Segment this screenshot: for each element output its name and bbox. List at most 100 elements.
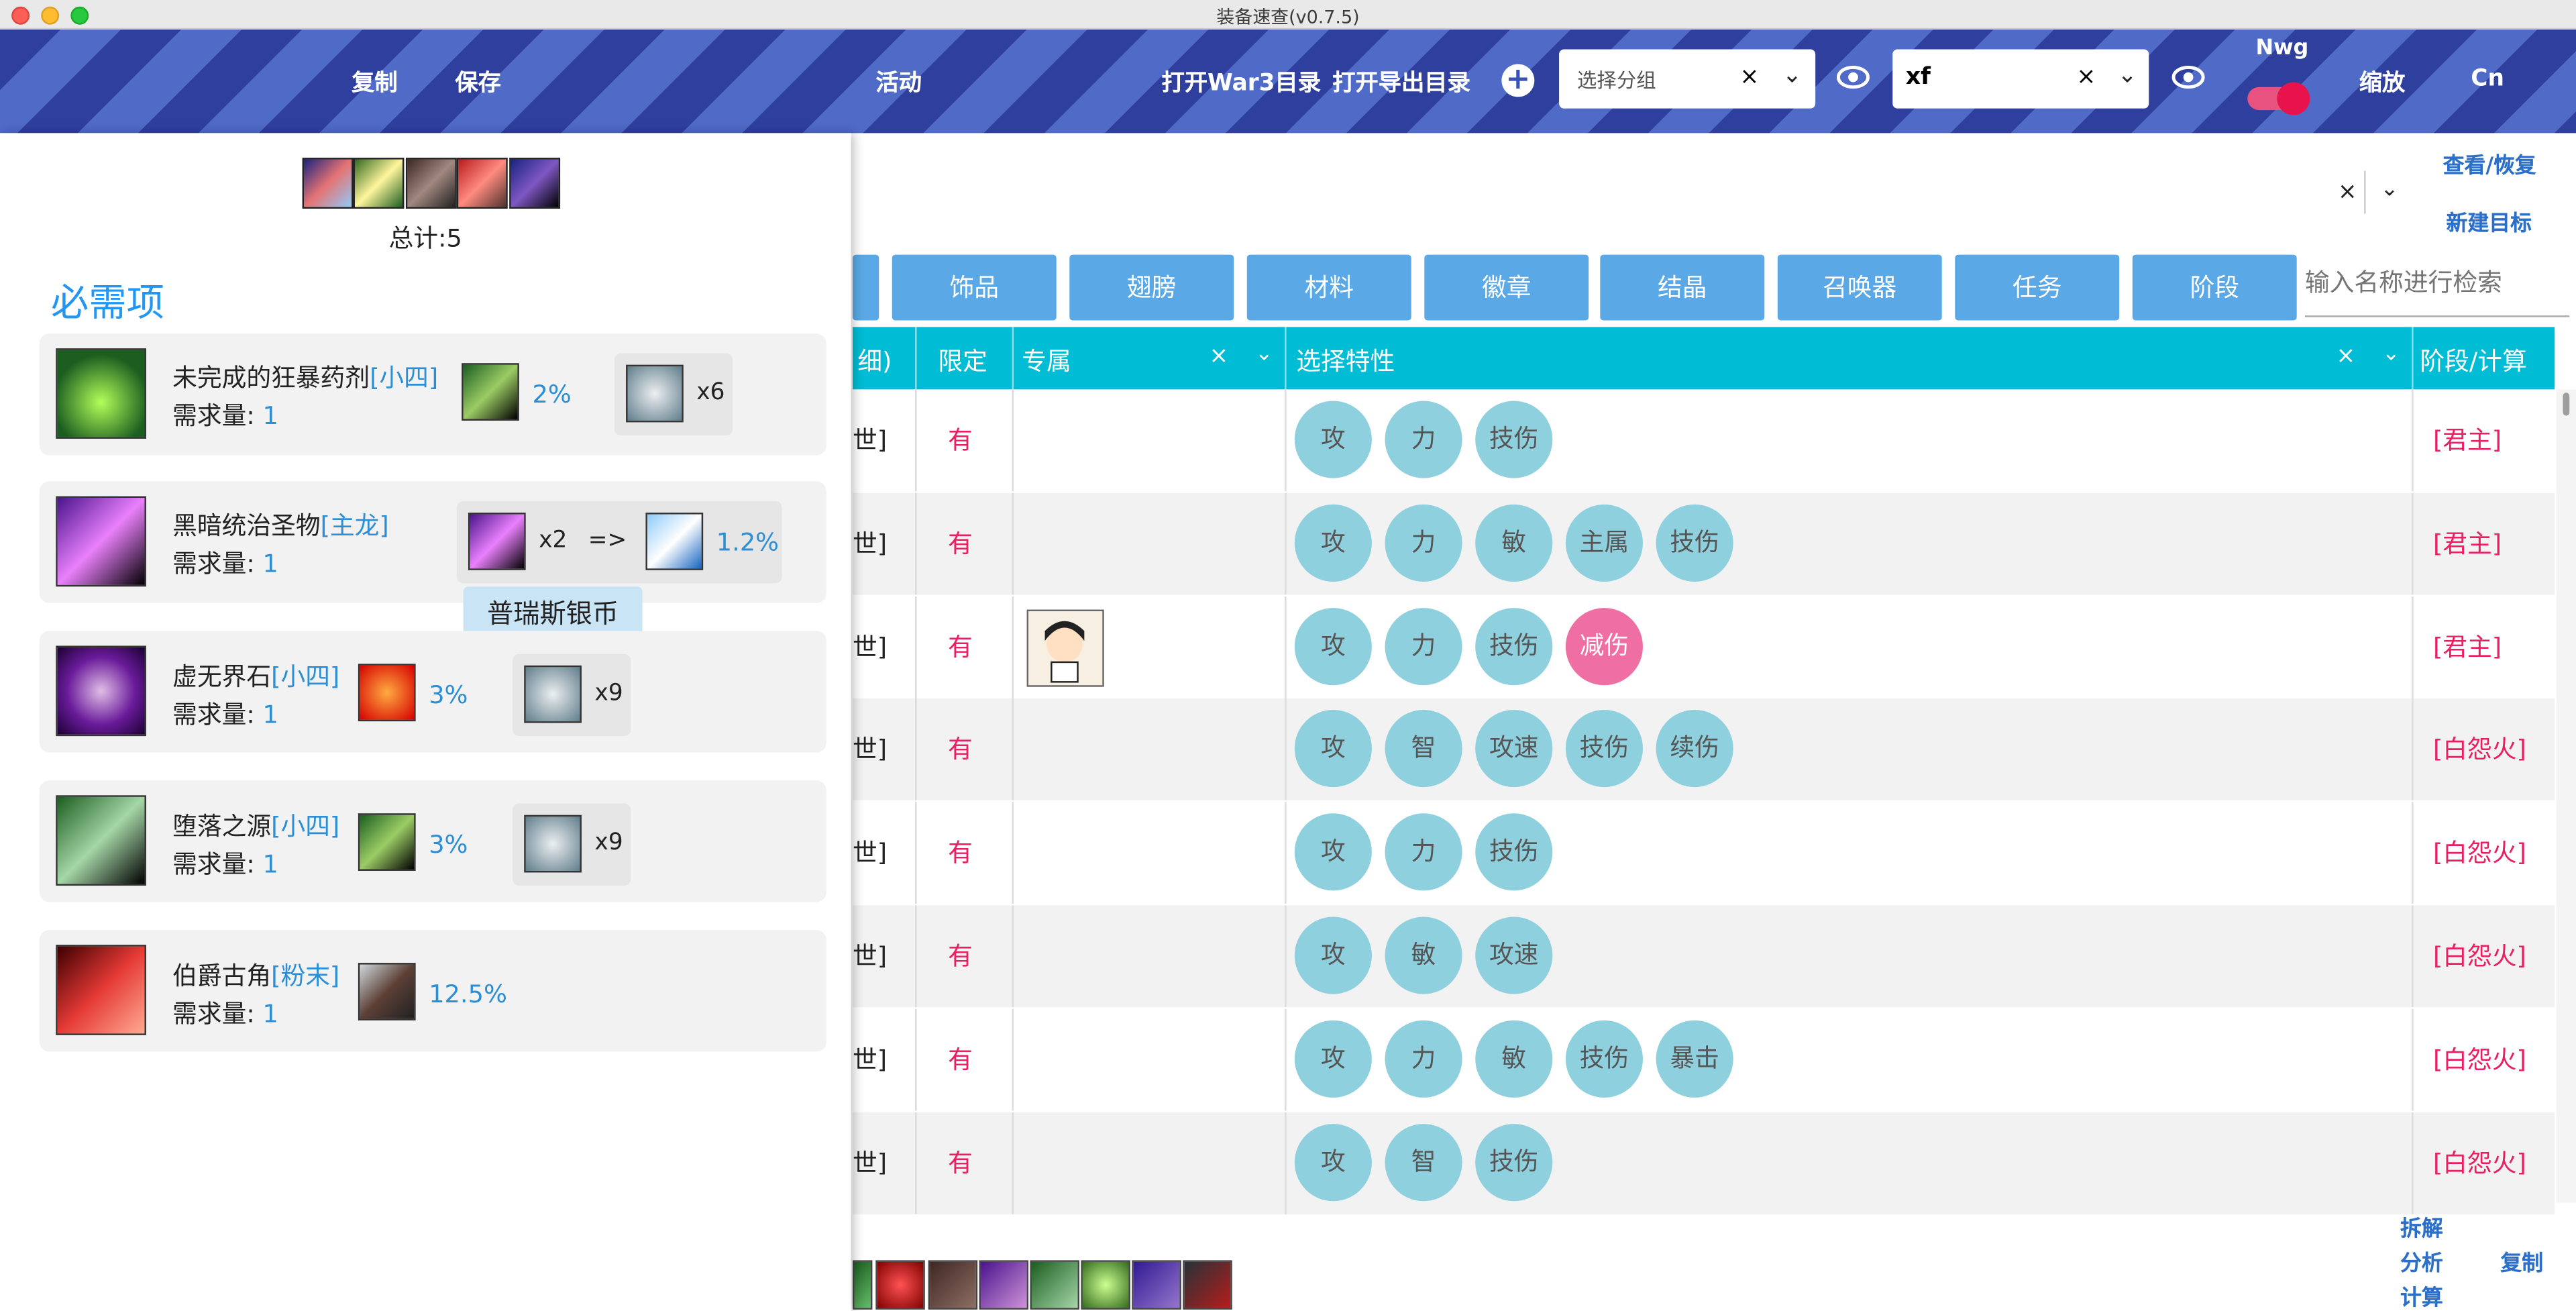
- trait-badge[interactable]: 攻: [1294, 607, 1372, 685]
- trait-badge[interactable]: 攻: [1294, 710, 1372, 788]
- trait-badge[interactable]: 敏: [1475, 1020, 1553, 1098]
- open-export-dir-button[interactable]: 打开导出目录: [1332, 66, 1470, 99]
- silver-coin-chip[interactable]: x9: [513, 653, 631, 737]
- add-icon[interactable]: +: [1501, 64, 1535, 97]
- table-row[interactable]: 世] 有 攻力技伤 [君主]: [853, 389, 2555, 492]
- fire-icon[interactable]: [358, 664, 416, 722]
- item-icon[interactable]: [853, 1260, 873, 1310]
- item-icon[interactable]: [1081, 1260, 1130, 1310]
- chevron-down-icon[interactable]: ⌄: [1782, 62, 1802, 89]
- name-search-input[interactable]: [2304, 254, 2552, 311]
- search-select[interactable]: xf × ⌄: [1892, 49, 2149, 109]
- item-icon[interactable]: [875, 1260, 925, 1310]
- category-tab[interactable]: 阶段: [2132, 254, 2297, 321]
- table-row[interactable]: 世] 有 攻力技伤 减伤 [君主]: [853, 595, 2555, 698]
- category-tab[interactable]: 召唤器: [1777, 254, 1942, 321]
- required-item-card[interactable]: 虚无界石[小四] 需求量: 1 3% x9: [39, 631, 826, 753]
- save-button[interactable]: 保存: [455, 66, 501, 99]
- scrollbar-thumb[interactable]: [2563, 392, 2570, 416]
- table-scrollbar[interactable]: [2556, 389, 2576, 1203]
- trait-badge[interactable]: 攻: [1294, 813, 1372, 891]
- item-icon[interactable]: [456, 158, 508, 209]
- analyze-link[interactable]: 分析: [2400, 1245, 2443, 1277]
- name-search[interactable]: [2304, 254, 2570, 317]
- trait-badge[interactable]: 力: [1385, 504, 1462, 582]
- exchange-chip[interactable]: x2 => 1.2%: [456, 501, 782, 584]
- category-tab[interactable]: 徽章: [1424, 254, 1589, 321]
- language-button[interactable]: Cn: [2471, 66, 2504, 92]
- table-row[interactable]: 世] 有 攻智技伤 [白怨火]: [853, 1111, 2555, 1214]
- helmet-icon[interactable]: [358, 813, 416, 871]
- item-icon[interactable]: [509, 158, 561, 209]
- item-icon[interactable]: [353, 158, 405, 209]
- dismantle-link[interactable]: 拆解: [2400, 1211, 2443, 1243]
- trait-badge[interactable]: 技伤: [1565, 1020, 1643, 1098]
- trait-badge[interactable]: 智: [1385, 1123, 1462, 1201]
- silver-coin-chip[interactable]: x9: [513, 803, 631, 886]
- trait-badge[interactable]: 技伤: [1475, 1123, 1553, 1201]
- trait-badge[interactable]: 暴击: [1656, 1020, 1733, 1098]
- traits-clear-icon[interactable]: ×: [2336, 344, 2355, 370]
- category-tab[interactable]: 翅膀: [1069, 254, 1234, 321]
- copy-result-link[interactable]: 复制: [2500, 1245, 2543, 1277]
- eye-icon[interactable]: [1836, 65, 1870, 89]
- trait-badge[interactable]: 攻: [1294, 1020, 1372, 1098]
- activity-button[interactable]: 活动: [875, 66, 922, 99]
- trait-badge[interactable]: 智: [1385, 710, 1462, 788]
- table-row[interactable]: 世] 有 攻力敏主属 技伤 [君主]: [853, 492, 2555, 595]
- count-icon[interactable]: [358, 963, 416, 1020]
- zoom-button[interactable]: 缩放: [2359, 66, 2406, 99]
- trait-badge[interactable]: 攻: [1294, 504, 1372, 582]
- trait-badge[interactable]: 减伤: [1565, 607, 1643, 685]
- exclusive-clear-icon[interactable]: ×: [1209, 344, 1228, 370]
- new-target-link[interactable]: 新建目标: [2447, 205, 2532, 237]
- category-tab[interactable]: 饰品: [892, 254, 1057, 321]
- item-icon[interactable]: [1030, 1260, 1079, 1310]
- trait-badge[interactable]: 续伤: [1656, 710, 1733, 788]
- header-stage[interactable]: 阶段/计算: [2420, 344, 2526, 378]
- trait-badge[interactable]: 技伤: [1475, 401, 1553, 478]
- trait-badge[interactable]: 力: [1385, 607, 1462, 685]
- filter-clear-icon[interactable]: ×: [2338, 179, 2357, 205]
- category-tab[interactable]: 材料: [1246, 254, 1411, 321]
- trait-badge[interactable]: 攻速: [1475, 710, 1553, 788]
- trait-badge[interactable]: 技伤: [1475, 813, 1553, 891]
- trait-badge[interactable]: 力: [1385, 813, 1462, 891]
- group-select[interactable]: 选择分组 × ⌄: [1559, 49, 1816, 109]
- required-item-card[interactable]: 伯爵古角[粉末] 需求量: 1 12.5%: [39, 930, 826, 1052]
- silver-coin-chip[interactable]: x6: [614, 353, 733, 435]
- trait-badge[interactable]: 技伤: [1565, 710, 1643, 788]
- trait-badge[interactable]: 攻: [1294, 401, 1372, 478]
- item-icon[interactable]: [1132, 1260, 1181, 1310]
- item-icon[interactable]: [979, 1260, 1029, 1310]
- open-war3-dir-button[interactable]: 打开War3目录: [1161, 66, 1321, 99]
- view-restore-link[interactable]: 查看/恢复: [2443, 148, 2536, 179]
- item-icon[interactable]: [928, 1260, 978, 1310]
- trait-badge[interactable]: 攻速: [1475, 916, 1553, 994]
- trait-badge[interactable]: 攻: [1294, 916, 1372, 994]
- category-tab[interactable]: 任务: [1955, 254, 2120, 321]
- trait-badge[interactable]: 力: [1385, 1020, 1462, 1098]
- header-exclusive[interactable]: 专属: [1022, 344, 1071, 378]
- chevron-down-icon[interactable]: ⌄: [2381, 177, 2399, 202]
- item-icon[interactable]: [1183, 1260, 1232, 1310]
- chevron-down-icon[interactable]: ⌄: [2382, 342, 2400, 366]
- table-row[interactable]: 世] 有 攻力技伤 [白怨火]: [853, 802, 2555, 904]
- chevron-down-icon[interactable]: ⌄: [1255, 342, 1273, 366]
- required-item-card[interactable]: 堕落之源[小四] 需求量: 1 3% x9: [39, 780, 826, 902]
- eye-icon[interactable]: [2171, 65, 2205, 89]
- trait-badge[interactable]: 敏: [1475, 504, 1553, 582]
- category-tab-partial[interactable]: [853, 254, 879, 321]
- header-limited[interactable]: 限定: [938, 344, 987, 378]
- trait-badge[interactable]: 技伤: [1656, 504, 1733, 582]
- search-clear-icon[interactable]: ×: [2077, 64, 2096, 91]
- trait-badge[interactable]: 技伤: [1475, 607, 1553, 685]
- trait-badge[interactable]: 敏: [1385, 916, 1462, 994]
- item-icon[interactable]: [302, 158, 354, 209]
- nwg-toggle[interactable]: [2247, 82, 2310, 115]
- trait-badge[interactable]: 攻: [1294, 1123, 1372, 1201]
- header-traits[interactable]: 选择特性: [1296, 344, 1395, 378]
- required-item-card[interactable]: 黑暗统治圣物[主龙] 需求量: 1 x2 => 1.2%: [39, 481, 826, 603]
- category-tab[interactable]: 结晶: [1600, 254, 1765, 321]
- chevron-down-icon[interactable]: ⌄: [2118, 62, 2137, 89]
